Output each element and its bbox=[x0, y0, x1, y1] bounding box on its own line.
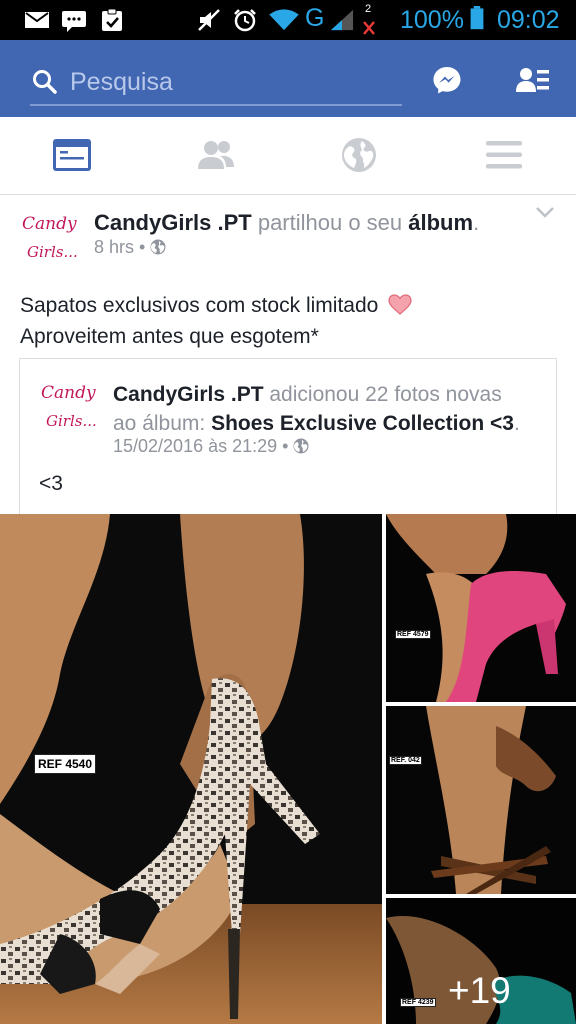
globe-icon bbox=[342, 138, 376, 172]
svg-text:Girls...: Girls... bbox=[27, 243, 78, 261]
ref-label: REF. 042 bbox=[389, 756, 422, 765]
tab-menu[interactable] bbox=[432, 117, 576, 194]
shared-meta: 15/02/2016 às 21:29 • bbox=[113, 436, 309, 457]
search-icon bbox=[33, 70, 57, 94]
search-field[interactable] bbox=[30, 64, 402, 106]
shared-text: <3 bbox=[39, 472, 63, 495]
news-feed-icon bbox=[53, 139, 91, 171]
post-header: CandyGirls .PT partilhou o seu álbum. bbox=[94, 210, 480, 235]
wifi-icon bbox=[269, 9, 299, 31]
menu-icon bbox=[486, 141, 522, 169]
svg-text:Candy: Candy bbox=[22, 214, 77, 234]
shared-time[interactable]: 15/02/2016 às 21:29 bbox=[113, 436, 277, 456]
ref-label: REF 4579 bbox=[395, 630, 431, 639]
ref-label: REF 4540 bbox=[34, 754, 97, 774]
search-input[interactable] bbox=[70, 64, 390, 100]
pink-heel-photo bbox=[386, 514, 576, 702]
photo-3[interactable]: REF. 042 bbox=[386, 706, 576, 894]
svg-text:Candy: Candy bbox=[41, 383, 96, 403]
album-link[interactable]: álbum bbox=[408, 210, 473, 235]
chevron-down-icon[interactable] bbox=[535, 205, 555, 219]
notification-count: 2 bbox=[365, 3, 372, 15]
shared-header: CandyGirls .PT adicionou 22 fotos novas … bbox=[113, 383, 520, 435]
friends-icon bbox=[198, 141, 234, 169]
no-data-icon bbox=[363, 21, 375, 35]
more-photos-count[interactable]: +19 bbox=[448, 970, 511, 1012]
message-icon bbox=[62, 11, 86, 32]
album-title[interactable]: Shoes Exclusive Collection <3 bbox=[211, 412, 514, 435]
network-type: G bbox=[305, 4, 325, 32]
candygirls-logo: Candy Girls... bbox=[22, 214, 78, 261]
post-meta: 8 hrs • bbox=[94, 237, 166, 258]
photo-main[interactable]: REF 4540 bbox=[0, 514, 382, 1024]
battery-icon bbox=[470, 6, 484, 30]
shared-author-name[interactable]: CandyGirls .PT bbox=[113, 383, 264, 406]
tab-friends[interactable] bbox=[144, 117, 288, 194]
battery-percent: 100% bbox=[400, 6, 464, 34]
public-globe-icon bbox=[150, 239, 166, 255]
post-time[interactable]: 8 hrs bbox=[94, 237, 134, 257]
svg-text:Girls...: Girls... bbox=[46, 412, 97, 430]
friend-requests-icon[interactable] bbox=[515, 65, 551, 95]
email-icon bbox=[25, 12, 49, 28]
strappy-heel-photo bbox=[386, 706, 576, 894]
tab-notifications[interactable] bbox=[288, 117, 432, 194]
photo-2[interactable]: REF 4579 bbox=[386, 514, 576, 702]
status-bar: G 2 100% 09:02 bbox=[0, 0, 576, 40]
nav-tabs bbox=[0, 117, 576, 195]
public-globe-icon bbox=[293, 438, 309, 454]
signal-icon bbox=[330, 9, 354, 31]
ref-label: REF 4239 bbox=[400, 998, 436, 1007]
post-message: Sapatos exclusivos com stock limitado Ap… bbox=[20, 290, 412, 352]
clock: 09:02 bbox=[497, 6, 560, 34]
messenger-icon[interactable] bbox=[432, 65, 462, 95]
heart-icon bbox=[388, 294, 412, 315]
facebook-top-bar bbox=[0, 40, 576, 117]
tab-news-feed[interactable] bbox=[0, 117, 144, 194]
author-name[interactable]: CandyGirls .PT bbox=[94, 210, 252, 235]
mute-icon bbox=[198, 9, 220, 31]
clipboard-icon bbox=[102, 8, 122, 31]
shared-avatar[interactable]: Candy Girls... bbox=[39, 376, 97, 434]
candygirls-logo: Candy Girls... bbox=[41, 383, 97, 430]
alarm-icon bbox=[234, 9, 256, 32]
avatar[interactable]: Candy Girls... bbox=[20, 207, 78, 265]
